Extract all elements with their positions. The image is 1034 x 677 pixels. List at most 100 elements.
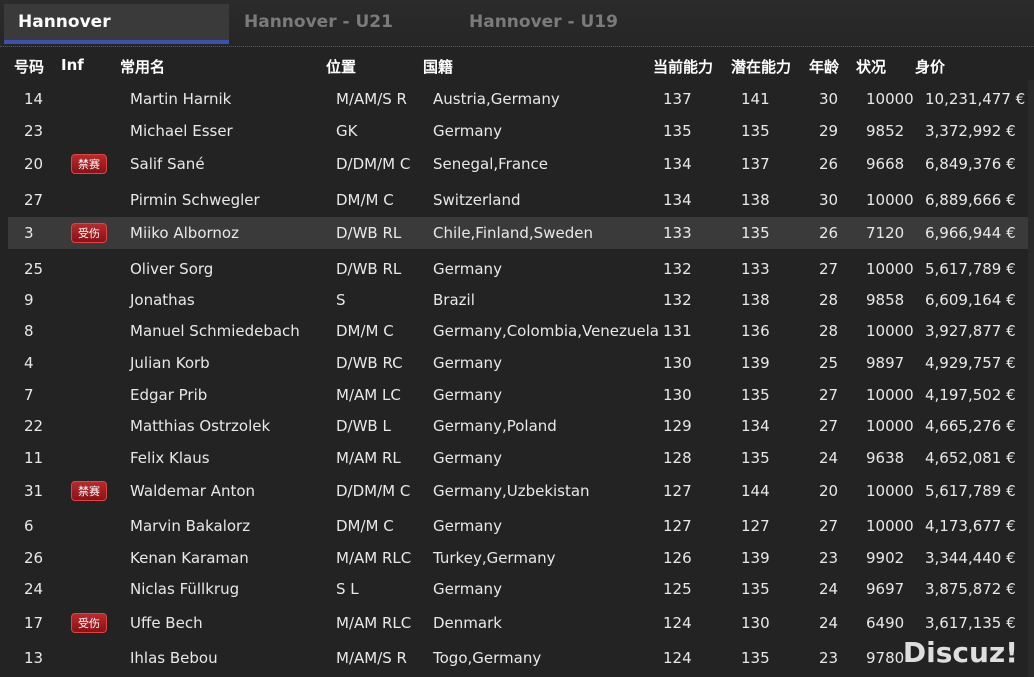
cell-value: 5,617,789 € <box>925 260 1016 278</box>
cell-no: 13 <box>24 649 44 667</box>
table-row[interactable]: 23 Michael Esser GK Germany 135 135 29 9852 3,37… <box>8 115 1030 147</box>
cell-ca: 134 <box>663 191 692 209</box>
cell-cond: 9697 <box>866 580 905 598</box>
cell-pos: S L <box>336 580 359 598</box>
cell-age: 26 <box>819 224 839 242</box>
cell-value: 3,372,992 € <box>925 122 1016 140</box>
cell-value: 4,652,081 € <box>925 449 1016 467</box>
cell-value: 3,344,440 € <box>925 549 1016 567</box>
cell-age: 27 <box>819 386 839 404</box>
cell-pa: 127 <box>741 517 770 535</box>
table-row[interactable]: 6 Marvin Bakalorz DM/M C Germany 127 127 27 100… <box>8 510 1030 542</box>
cell-ca: 130 <box>663 354 692 372</box>
table-row[interactable]: 13 Ihlas Bebou M/AM/S R Togo,Germany 124 135 2… <box>8 642 1030 674</box>
cell-no: 11 <box>24 449 44 467</box>
cell-no: 3 <box>24 224 34 242</box>
scrollbar[interactable] <box>1028 80 1034 677</box>
table-row[interactable]: 8 Manuel Schmiedebach DM/M C Germany,Colomb… <box>8 315 1030 347</box>
cell-age: 28 <box>819 291 839 309</box>
cell-pa: 139 <box>741 549 770 567</box>
col-header-age[interactable]: 年龄 <box>809 56 839 77</box>
cell-age: 23 <box>819 649 839 667</box>
cell-pa: 135 <box>741 224 770 242</box>
table-row[interactable]: 26 Kenan Karaman M/AM RLC Turkey,Germany 126… <box>8 542 1030 574</box>
cell-no: 22 <box>24 417 44 435</box>
cell-no: 6 <box>24 517 34 535</box>
cell-no: 31 <box>24 482 44 500</box>
cell-name: Edgar Prib <box>130 386 208 404</box>
cell-ca: 124 <box>663 649 692 667</box>
cell-pos: D/DM/M C <box>336 155 411 173</box>
cell-name: Matthias Ostrzolek <box>130 417 271 435</box>
col-header-name[interactable]: 常用名 <box>120 56 165 77</box>
cell-value: 6,966,944 € <box>925 224 1016 242</box>
cell-pos: DM/M C <box>336 191 394 209</box>
table-row[interactable]: 27 Pirmin Schwegler DM/M C Switzerland 134 13… <box>8 184 1030 216</box>
cell-no: 23 <box>24 122 44 140</box>
cell-pos: S <box>336 291 346 309</box>
cell-cond: 10000 <box>866 517 914 535</box>
table-row[interactable]: 3 Miiko Albornoz D/WB RL Chile,Finland,Swed… <box>8 217 1030 249</box>
table-row[interactable]: 17 Uffe Bech M/AM RLC Denmark 124 130 24 6490 3,… <box>8 607 1030 639</box>
cell-cond: 10000 <box>866 482 914 500</box>
cell-nat: Germany <box>433 449 502 467</box>
table-row[interactable]: 9 Jonathas S Brazil 132 138 28 9858 6,609,164 € <box>8 284 1030 316</box>
col-header-no[interactable]: 号码 <box>14 56 44 77</box>
table-header: 号码 Inf 常用名 位置 国籍 当前能力 潜在能力 年龄 状况 身价 <box>0 54 1034 78</box>
tab-hannover[interactable]: Hannover <box>4 4 229 44</box>
cell-age: 30 <box>819 191 839 209</box>
cell-pa: 133 <box>741 260 770 278</box>
cell-name: Martin Harnik <box>130 90 232 108</box>
status-badge[interactable]: 受伤 <box>71 613 107 633</box>
cell-value: 3,875,872 € <box>925 580 1016 598</box>
table-row[interactable]: 25 Oliver Sorg D/WB RL Germany 132 133 27 10000… <box>8 253 1030 285</box>
col-header-position[interactable]: 位置 <box>326 56 356 77</box>
col-header-nationality[interactable]: 国籍 <box>423 56 453 77</box>
col-header-current-ability[interactable]: 当前能力 <box>653 56 713 77</box>
cell-pos: M/AM LC <box>336 386 401 404</box>
cell-cond: 9858 <box>866 291 905 309</box>
status-badge[interactable]: 禁赛 <box>71 481 107 501</box>
col-header-condition[interactable]: 状况 <box>856 56 886 77</box>
tab-hannover-u19[interactable]: Hannover - U19 <box>455 4 680 44</box>
cell-pa: 135 <box>741 449 770 467</box>
cell-age: 30 <box>819 90 839 108</box>
col-header-potential-ability[interactable]: 潜在能力 <box>731 56 791 77</box>
cell-pa: 138 <box>741 291 770 309</box>
cell-name: Uffe Bech <box>130 614 203 632</box>
table-row[interactable]: 7 Edgar Prib M/AM LC Germany 130 135 27 10000 4,… <box>8 379 1030 411</box>
cell-cond: 10000 <box>866 417 914 435</box>
cell-value: 3,927,877 € <box>925 322 1016 340</box>
cell-ca: 135 <box>663 122 692 140</box>
status-badge[interactable]: 禁赛 <box>71 154 107 174</box>
cell-cond: 7120 <box>866 224 905 242</box>
status-badge[interactable]: 受伤 <box>71 223 107 243</box>
cell-nat: Germany <box>433 354 502 372</box>
col-header-inf[interactable]: Inf <box>61 56 84 74</box>
cell-pos: D/WB RL <box>336 224 402 242</box>
table-row[interactable]: 24 Niclas Füllkrug S L Germany 125 135 24 9697 3… <box>8 573 1030 605</box>
table-row[interactable]: 4 Julian Korb D/WB RC Germany 130 139 25 9897 4,… <box>8 347 1030 379</box>
cell-name: Michael Esser <box>130 122 233 140</box>
cell-value: 3,617,135 € <box>925 614 1016 632</box>
tab-hannover-u21[interactable]: Hannover - U21 <box>230 4 455 44</box>
cell-pos: M/AM RL <box>336 449 401 467</box>
cell-nat: Germany <box>433 122 502 140</box>
cell-name: Salif Sané <box>130 155 205 173</box>
table-row[interactable]: 20 Salif Sané D/DM/M C Senegal,France 134 137… <box>8 148 1030 180</box>
cell-cond: 10000 <box>866 260 914 278</box>
cell-nat: Germany <box>433 517 502 535</box>
cell-no: 20 <box>24 155 44 173</box>
cell-cond: 10000 <box>866 90 914 108</box>
col-header-value[interactable]: 身价 <box>915 56 945 77</box>
table-row[interactable]: 14 Martin Harnik M/AM/S R Austria,Germany 13… <box>8 83 1030 115</box>
table-row[interactable]: 22 Matthias Ostrzolek D/WB L Germany,Poland… <box>8 410 1030 442</box>
table-row[interactable]: 31 Waldemar Anton D/DM/M C Germany,Uzbekist… <box>8 475 1030 507</box>
cell-age: 25 <box>819 354 839 372</box>
table-row[interactable]: 11 Felix Klaus M/AM RL Germany 128 135 24 9638 4… <box>8 442 1030 474</box>
cell-nat: Denmark <box>433 614 502 632</box>
cell-cond: 6490 <box>866 614 905 632</box>
cell-pa: 135 <box>741 580 770 598</box>
cell-age: 24 <box>819 614 839 632</box>
cell-pa: 135 <box>741 386 770 404</box>
